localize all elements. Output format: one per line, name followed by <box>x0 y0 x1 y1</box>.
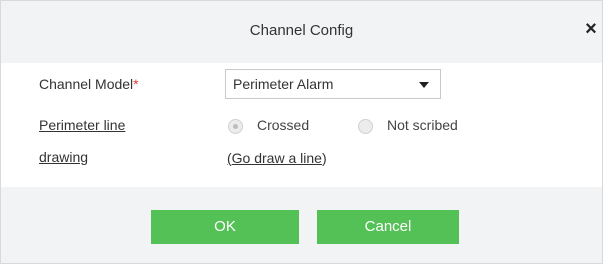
channel-model-label-text: Channel Model <box>39 76 134 92</box>
dialog-footer: OK Cancel <box>1 187 602 263</box>
dialog-header: Channel Config × <box>1 1 602 63</box>
channel-model-selected-value: Perimeter Alarm <box>233 76 334 92</box>
ok-button[interactable]: OK <box>151 210 299 244</box>
channel-model-select[interactable]: Perimeter Alarm <box>225 69 441 99</box>
close-icon[interactable]: × <box>582 18 600 40</box>
radio-crossed-label[interactable]: Crossed <box>257 117 309 133</box>
dropdown-arrow-icon <box>419 82 429 88</box>
required-mark: * <box>133 76 139 92</box>
radio-not-scribed[interactable] <box>358 119 373 134</box>
perimeter-drawing-label: drawing <box>39 149 89 165</box>
go-draw-line-text: Go draw a line <box>231 150 322 166</box>
radio-not-scribed-label[interactable]: Not scribed <box>387 117 458 133</box>
channel-config-dialog: Channel Config × Channel Model* Perimete… <box>0 0 603 264</box>
dialog-title: Channel Config <box>249 22 354 39</box>
go-draw-line-link[interactable]: (Go draw a line) <box>227 150 327 166</box>
go-draw-line-close-paren: ) <box>321 150 327 166</box>
channel-model-label: Channel Model* <box>39 76 139 92</box>
cancel-button[interactable]: Cancel <box>317 210 459 244</box>
radio-crossed[interactable] <box>228 119 243 134</box>
perimeter-line-label: Perimeter line <box>39 117 126 133</box>
